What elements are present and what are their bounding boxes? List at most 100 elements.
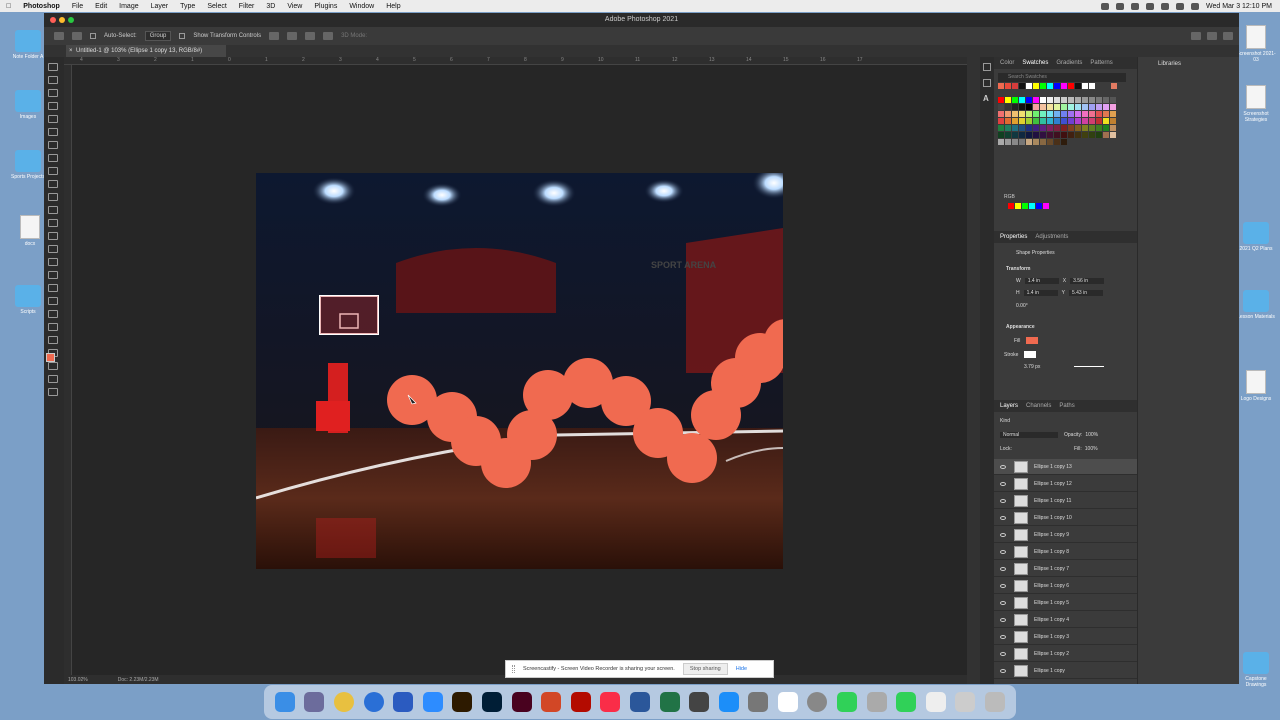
visibility-eye-icon[interactable] [1000,634,1006,639]
layer-row[interactable]: Ellipse 1 copy 2 [994,646,1137,662]
tab-channels[interactable]: Channels [1026,403,1051,409]
tool-icon[interactable] [48,154,58,162]
tab-gradients[interactable]: Gradients [1056,60,1082,66]
trash-icon[interactable] [985,692,1006,712]
visibility-eye-icon[interactable] [1000,600,1006,605]
indesign-icon[interactable] [511,692,532,712]
tool-icon[interactable] [48,245,58,253]
tool-icon[interactable] [48,297,58,305]
tool-icon[interactable] [48,323,58,331]
layer-row[interactable]: Ellipse 1 copy 4 [994,612,1137,628]
menu-type[interactable]: Type [174,3,201,10]
calendar-icon[interactable] [777,692,798,712]
layer-row[interactable]: Ellipse 1 copy 11 [994,493,1137,509]
app-store-icon[interactable] [718,692,739,712]
calculator-icon[interactable] [748,692,769,712]
tool-icon[interactable] [48,141,58,149]
menu-filter[interactable]: Filter [233,3,261,10]
width-input[interactable]: 1.4 in [1024,278,1059,284]
layer-row[interactable]: Ellipse 1 copy 6 [994,578,1137,594]
align-center-icon[interactable] [287,32,298,40]
word-icon[interactable] [629,692,650,712]
hide-button[interactable]: Hide [736,666,747,672]
opacity-input[interactable]: 100% [1085,432,1098,438]
menu-help[interactable]: Help [380,3,406,10]
tool-icon[interactable] [48,310,58,318]
finder-icon[interactable] [274,692,295,712]
x-input[interactable]: 3.56 in [1070,278,1105,284]
apple-icon[interactable]:  [0,3,17,10]
tool-icon[interactable] [48,206,58,214]
layer-row[interactable]: Ellipse 1 copy 7 [994,561,1137,577]
drag-handle-icon[interactable] [512,665,515,673]
visibility-eye-icon[interactable] [1000,515,1006,520]
status-icon[interactable] [1100,2,1109,10]
tool-icon[interactable] [48,128,58,136]
doc-size[interactable]: Doc: 2.23M/2.23M [118,677,159,683]
desktop-icon[interactable]: Logo Designs [1241,370,1271,402]
angle-input[interactable]: 0.00° [1016,303,1028,309]
tool-icon[interactable] [48,258,58,266]
layer-row[interactable]: Ellipse 1 copy 5 [994,595,1137,611]
tool-icon[interactable] [48,232,58,240]
transform-section[interactable]: Transform [1006,266,1030,272]
menu-view[interactable]: View [281,3,308,10]
visibility-eye-icon[interactable] [1000,549,1006,554]
tool-icon[interactable] [48,63,58,71]
document-canvas[interactable]: SPORT ARENA [256,173,783,569]
visibility-eye-icon[interactable] [1000,498,1006,503]
tool-icon[interactable] [48,336,58,344]
align-right-icon[interactable] [305,32,316,40]
character-panel-icon[interactable]: A [983,95,991,103]
desktop-icon[interactable]: 2021 Q2 Plans [1239,222,1273,252]
acrobat-icon[interactable] [570,692,591,712]
tool-icon[interactable] [48,284,58,292]
app-icon[interactable] [363,692,384,712]
powerpoint-icon[interactable] [541,692,562,712]
desktop-icon[interactable]: Scripts [14,285,42,315]
share-icon[interactable] [1223,32,1233,40]
visibility-eye-icon[interactable] [1000,464,1006,469]
preview-icon[interactable] [866,692,887,712]
document-icon[interactable] [925,692,946,712]
tool-icon[interactable] [48,102,58,110]
workspace-icon[interactable] [1207,32,1217,40]
distribute-icon[interactable] [323,32,334,40]
battery-icon[interactable] [1175,2,1184,10]
desktop-icon[interactable]: Screenshot 2021-03 [1236,25,1276,63]
status-icon[interactable] [1115,2,1124,10]
close-tab-icon[interactable]: × [69,45,73,57]
ellipse-shape[interactable] [667,433,717,483]
menu-edit[interactable]: Edit [89,3,113,10]
align-left-icon[interactable] [269,32,280,40]
excel-icon[interactable] [659,692,680,712]
rgb-swatches[interactable] [1008,203,1068,211]
wifi-icon[interactable] [1160,2,1169,10]
tab-paths[interactable]: Paths [1059,403,1074,409]
visibility-eye-icon[interactable] [1000,651,1006,656]
tool-icon[interactable] [48,362,58,370]
height-input[interactable]: 1.4 in [1023,290,1058,296]
search-icon[interactable] [1190,2,1199,10]
auto-select-checkbox[interactable] [90,33,96,39]
menu-photoshop[interactable]: Photoshop [17,3,66,10]
fill-color-swatch[interactable] [1026,337,1039,344]
tab-swatches[interactable]: Swatches [1022,60,1048,66]
tool-icon[interactable] [48,115,58,123]
brush-settings-icon[interactable] [983,79,991,87]
menu-plugins[interactable]: Plugins [308,3,343,10]
desktop-icon[interactable]: docx [16,215,44,247]
libraries-title[interactable]: Libraries [1138,57,1239,71]
tool-icon[interactable] [48,388,58,396]
desktop-icon[interactable]: Screenshot Strategies [1242,85,1270,123]
close-window-button[interactable] [50,17,56,23]
tool-icon[interactable] [48,375,58,383]
stop-sharing-button[interactable]: Stop sharing [682,663,728,675]
history-icon[interactable] [983,63,991,71]
minimize-window-button[interactable] [59,17,65,23]
search-icon[interactable] [1191,32,1201,40]
desktop-icon[interactable]: Capstone Drawings [1242,652,1270,688]
document-tab[interactable]: Untitled-1 @ 103% (Ellipse 1 copy 13, RG… [66,45,226,57]
fill-opacity-input[interactable]: 100% [1085,446,1098,452]
visibility-eye-icon[interactable] [1000,668,1006,673]
